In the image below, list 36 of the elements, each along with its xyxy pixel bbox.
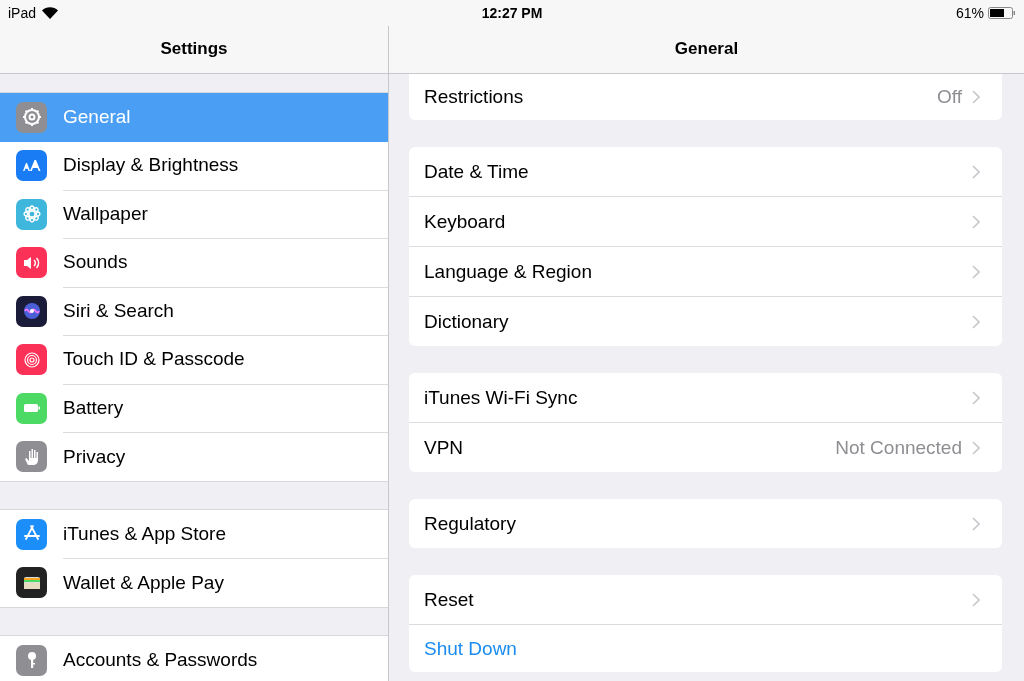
settings-row[interactable]: Restrictions Off — [409, 74, 1002, 120]
chevron-icon — [972, 214, 980, 229]
settings-row[interactable]: Reset — [409, 575, 1002, 625]
app-store-icon — [16, 518, 47, 550]
clock: 12:27 PM — [481, 5, 543, 21]
chevron-icon — [972, 440, 980, 455]
hand-icon — [16, 441, 47, 473]
action-row[interactable]: Shut Down — [409, 625, 1002, 672]
settings-row[interactable]: Dictionary — [409, 297, 1002, 346]
sidebar-title: Settings — [160, 38, 228, 59]
speaker-icon — [16, 247, 47, 279]
settings-row[interactable]: Language & Region — [409, 247, 1002, 297]
chevron-icon — [972, 314, 980, 329]
settings-row[interactable]: Regulatory — [409, 499, 1002, 548]
chevron-icon — [972, 390, 980, 405]
battery-icon — [16, 392, 47, 424]
settings-row[interactable]: Keyboard — [409, 197, 1002, 247]
chevron-icon — [972, 264, 980, 279]
page-title: General — [674, 38, 739, 59]
battery-icon — [988, 7, 1016, 19]
wallet-icon — [16, 567, 47, 599]
chevron-icon — [972, 90, 980, 104]
wifi-icon — [42, 7, 59, 19]
battery-percentage: 61% — [955, 5, 984, 21]
chevron-icon — [972, 164, 980, 179]
settings-row[interactable]: iTunes Wi-Fi Sync — [409, 373, 1002, 423]
text-size-icon — [16, 150, 47, 182]
chevron-icon — [972, 516, 980, 531]
settings-row[interactable]: VPN Not Connected — [409, 423, 1002, 472]
chevron-icon — [972, 592, 980, 607]
gear-icon — [16, 101, 47, 133]
settings-row[interactable]: Date & Time — [409, 147, 1002, 197]
device-name: iPad — [8, 5, 37, 21]
key-icon — [16, 644, 47, 676]
flower-icon — [16, 198, 47, 230]
siri-icon — [16, 295, 47, 327]
